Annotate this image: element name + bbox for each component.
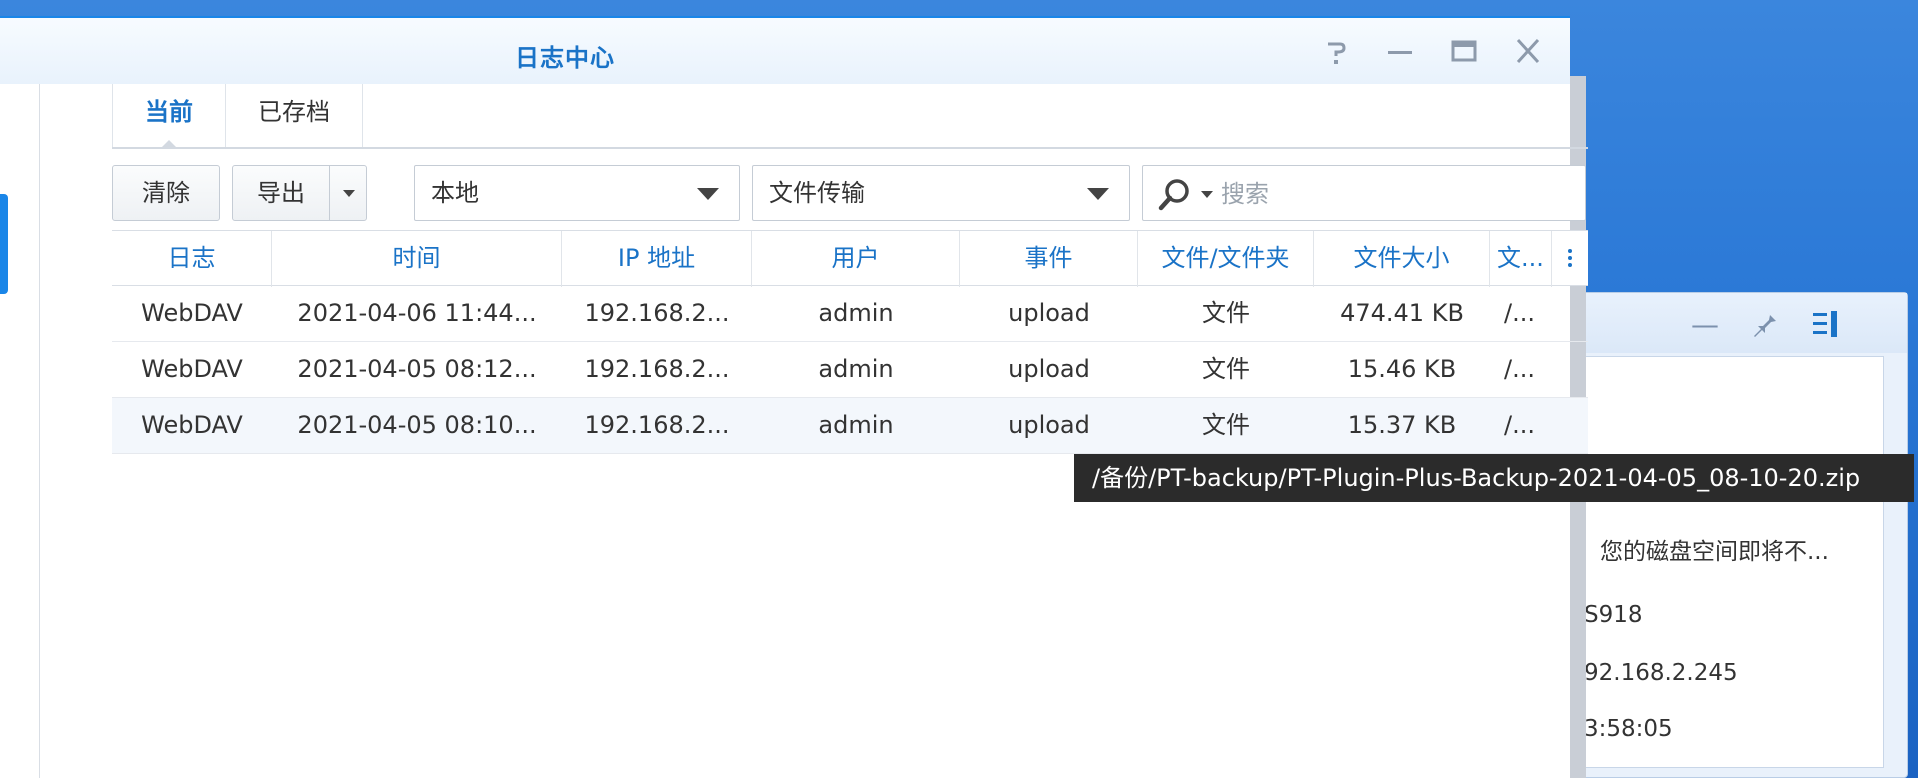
column-header-log[interactable]: 日志: [112, 231, 272, 287]
cell-type: 文件: [1202, 411, 1250, 439]
column-menu-icon[interactable]: [1552, 231, 1588, 287]
column-header-event[interactable]: 事件: [960, 231, 1138, 287]
notification-titlebar: [1561, 293, 1907, 353]
notification-message[interactable]: 您的磁盘空间即将不...: [1600, 532, 1829, 566]
cell-user: admin: [818, 411, 894, 439]
cell-size: 15.46 KB: [1347, 355, 1457, 383]
minimize-icon[interactable]: —: [1691, 311, 1719, 339]
column-header-user[interactable]: 用户: [752, 231, 960, 287]
log-type-select[interactable]: 文件传输: [752, 165, 1130, 221]
cell-event: upload: [1008, 355, 1090, 383]
left-sidebar: [0, 84, 40, 778]
cell-event: upload: [1008, 411, 1090, 439]
cell-time: 2021-04-05 08:12...: [297, 355, 537, 383]
cell-ip: 192.168.2...: [584, 299, 730, 327]
column-header-file-path[interactable]: 文...: [1490, 231, 1552, 287]
tab-bar: 当前 已存档: [112, 84, 363, 149]
column-header-file-size[interactable]: 文件大小: [1314, 231, 1490, 287]
cell-path: /...: [1504, 355, 1535, 383]
notification-host: S918: [1584, 602, 1643, 628]
help-icon[interactable]: [1316, 36, 1356, 68]
minimize-icon[interactable]: [1380, 36, 1420, 68]
notification-time: 3:58:05: [1584, 716, 1673, 742]
tab-divider: [112, 147, 1588, 149]
table-row[interactable]: WebDAV 2021-04-06 11:44... 192.168.2... …: [112, 286, 1588, 342]
cell-type: 文件: [1202, 299, 1250, 327]
notification-ip: 92.168.2.245: [1584, 660, 1738, 686]
tab-current[interactable]: 当前: [112, 84, 226, 149]
search-input[interactable]: [1221, 176, 1571, 212]
main-content: 当前 已存档 清除 导出 本地 文件传输 日志 时间 IP 地址 用户 事件 文…: [40, 84, 1588, 778]
file-path-tooltip: /备份/PT-backup/PT-Plugin-Plus-Backup-2021…: [1074, 454, 1914, 502]
cell-size: 474.41 KB: [1340, 299, 1464, 327]
cell-size: 15.37 KB: [1347, 411, 1457, 439]
cell-type: 文件: [1202, 355, 1250, 383]
sidebar-toggle-icon[interactable]: [1811, 309, 1841, 344]
export-button[interactable]: 导出: [232, 165, 330, 221]
cell-event: upload: [1008, 299, 1090, 327]
table-header: 日志 时间 IP 地址 用户 事件 文件/文件夹 文件大小 文...: [112, 230, 1588, 287]
sidebar-selection-indicator: [0, 194, 8, 294]
export-dropdown-button[interactable]: [329, 165, 367, 221]
cell-user: admin: [818, 299, 894, 327]
column-header-file-folder[interactable]: 文件/文件夹: [1138, 231, 1314, 287]
cell-ip: 192.168.2...: [584, 411, 730, 439]
chevron-down-icon: [343, 190, 355, 197]
cell-ip: 192.168.2...: [584, 355, 730, 383]
search-icon[interactable]: [1157, 178, 1193, 216]
column-header-time[interactable]: 时间: [272, 231, 562, 287]
pin-icon[interactable]: [1749, 309, 1779, 344]
chevron-down-icon: [1087, 188, 1109, 200]
window-title: 日志中心: [515, 44, 615, 72]
table-row[interactable]: WebDAV 2021-04-05 08:10... 192.168.2... …: [112, 398, 1588, 454]
maximize-icon[interactable]: [1444, 36, 1484, 68]
cell-path: /...: [1504, 411, 1535, 439]
location-select-value: 本地: [431, 179, 479, 207]
log-type-select-value: 文件传输: [769, 179, 865, 207]
cell-log: WebDAV: [141, 355, 243, 383]
close-icon[interactable]: [1508, 36, 1548, 68]
cell-user: admin: [818, 355, 894, 383]
chevron-down-icon: [697, 188, 719, 200]
tab-archived[interactable]: 已存档: [226, 84, 363, 148]
search-box[interactable]: [1142, 165, 1586, 221]
table-row[interactable]: WebDAV 2021-04-05 08:12... 192.168.2... …: [112, 342, 1588, 398]
clear-button[interactable]: 清除: [112, 165, 220, 221]
location-select[interactable]: 本地: [414, 165, 740, 221]
window-titlebar[interactable]: 日志中心: [0, 18, 1570, 86]
cell-log: WebDAV: [141, 299, 243, 327]
cell-time: 2021-04-05 08:10...: [297, 411, 537, 439]
log-table: 日志 时间 IP 地址 用户 事件 文件/文件夹 文件大小 文... WebDA…: [112, 230, 1588, 454]
cell-path: /...: [1504, 299, 1535, 327]
cell-time: 2021-04-06 11:44...: [297, 299, 537, 327]
cell-log: WebDAV: [141, 411, 243, 439]
column-header-ip[interactable]: IP 地址: [562, 231, 752, 287]
search-options-icon[interactable]: [1201, 191, 1213, 198]
